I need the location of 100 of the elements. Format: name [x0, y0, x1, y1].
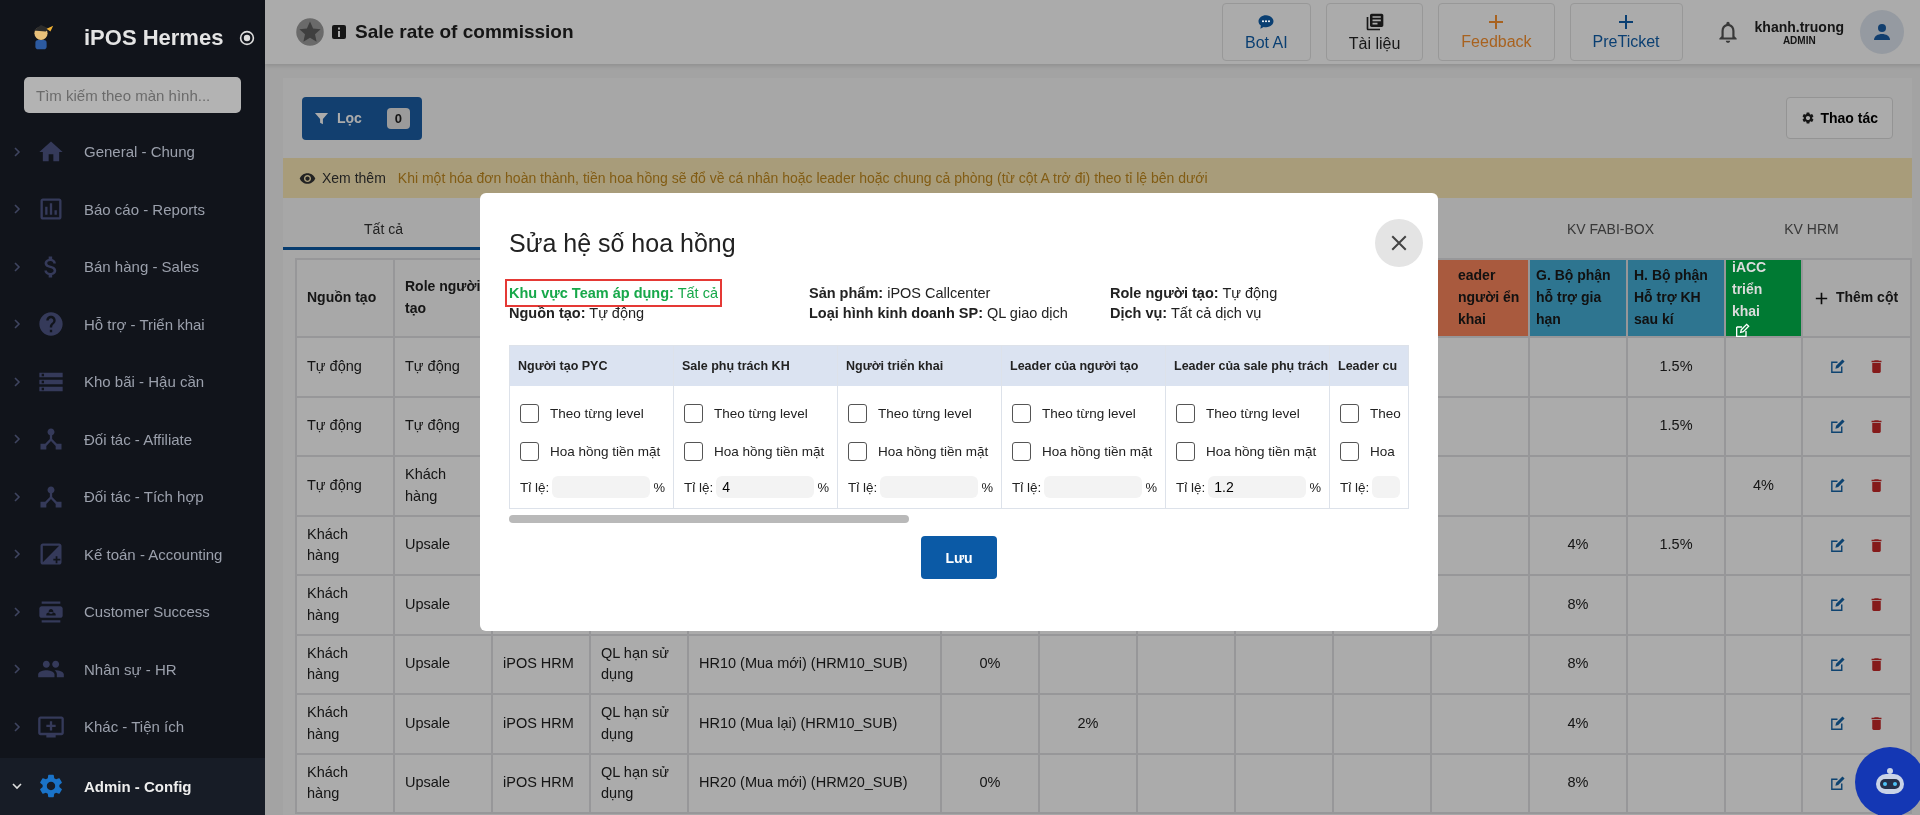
- checkbox-label: Theo từng level: [714, 405, 808, 421]
- table-cell: Upsale: [395, 754, 491, 812]
- header-button[interactable]: Tài liệu: [1325, 3, 1424, 61]
- plus-icon: [1814, 291, 1828, 305]
- table-cell: Khách hàng: [297, 516, 393, 574]
- info-field: Loại hình kinh doanh SP: QL giao dịch: [809, 303, 1068, 323]
- user-role: ADMIN: [1782, 34, 1816, 46]
- edit-icon[interactable]: [1828, 417, 1846, 435]
- column-header: Nguồn tạo: [297, 260, 393, 336]
- scrollbar[interactable]: [509, 515, 909, 523]
- table-cell: Khách hàng: [297, 695, 393, 753]
- info-field: Role người tạo: Tự động: [1110, 283, 1278, 303]
- column-header: G. Bộ phận hỗ trợ gia hạn: [1530, 260, 1626, 336]
- column-header: Leader cu: [1330, 346, 1408, 386]
- rate-label: Tỉ lệ:: [1340, 479, 1370, 495]
- table-cell: Upsale: [395, 635, 491, 693]
- sidebar-item[interactable]: Bán hàng - Sales: [0, 238, 265, 296]
- edit-icon[interactable]: [1828, 477, 1846, 495]
- search-field[interactable]: Tìm kiếm theo màn hình...: [24, 77, 241, 113]
- column-header: H. Bộ phận Hỗ trợ KH sau kí: [1628, 260, 1724, 336]
- page-title: Sale rate of commission: [355, 21, 574, 43]
- table-cell: HR20 (Mua mới) (HRM20_SUB): [689, 754, 940, 812]
- checkbox[interactable]: [1176, 441, 1195, 461]
- checkbox-label: Hoa hồng tiền mặt: [1206, 443, 1317, 459]
- checkbox[interactable]: [1012, 403, 1031, 423]
- tab[interactable]: KV FABI-BOX: [1510, 210, 1711, 250]
- checkbox[interactable]: [848, 403, 867, 423]
- checkbox[interactable]: [1012, 441, 1031, 461]
- sidebar-item[interactable]: Đối tác - Tích hợp: [0, 468, 265, 526]
- edit-icon[interactable]: [1828, 358, 1846, 376]
- column-header[interactable]: Thêm cột: [1803, 260, 1910, 336]
- header-button[interactable]: Bot AI: [1222, 3, 1311, 61]
- checkbox-label: Theo: [1370, 405, 1401, 421]
- column-header: Leader của người tạo: [1002, 346, 1165, 386]
- brand-name: iPOS Hermes: [84, 25, 224, 51]
- edit-icon[interactable]: [1828, 715, 1846, 733]
- actions-button[interactable]: Thao tác: [1786, 97, 1893, 139]
- percent-unit: %: [817, 479, 829, 495]
- checkbox[interactable]: [520, 403, 539, 423]
- avatar[interactable]: [1860, 10, 1904, 54]
- rate-input[interactable]: 4: [716, 476, 815, 498]
- table-cell: iPOS HRM: [493, 695, 589, 753]
- checkbox[interactable]: [848, 441, 867, 461]
- table-cell: HR10 (Mua lại) (HRM10_SUB): [689, 695, 940, 753]
- column-header: Sale phụ trách KH: [674, 346, 837, 386]
- sidebar-item[interactable]: Customer Success: [0, 583, 265, 641]
- table-cell: Upsale: [395, 695, 491, 753]
- table-cell: 1.5%: [1628, 397, 1724, 455]
- filter-icon: [314, 110, 329, 126]
- sidebar-item[interactable]: General - Chung: [0, 123, 265, 181]
- sidebar-item[interactable]: Kế toán - Accounting: [0, 525, 265, 583]
- table-cell: QL hạn sử dụng: [591, 635, 687, 693]
- header-button[interactable]: PreTicket: [1569, 3, 1683, 61]
- edit-icon[interactable]: [1828, 536, 1846, 554]
- sidebar-item[interactable]: Báo cáo - Reports: [0, 180, 265, 238]
- rate-input[interactable]: 1.2: [1208, 476, 1307, 498]
- tab[interactable]: KV HRM: [1711, 210, 1912, 250]
- column-header: iACC triển khai: [1726, 260, 1801, 336]
- table-cell: 8%: [1530, 754, 1626, 812]
- sidebar-item[interactable]: Admin - Config: [0, 757, 265, 815]
- rate-label: Tỉ lệ:: [684, 479, 714, 495]
- see-more-link[interactable]: Xem thêm: [322, 170, 386, 186]
- save-button[interactable]: Lưu: [921, 536, 997, 579]
- filter-button[interactable]: Lọc 0: [302, 96, 422, 140]
- percent-unit: %: [653, 479, 665, 495]
- rate-label: Tỉ lệ:: [520, 479, 550, 495]
- checkbox[interactable]: [684, 441, 703, 461]
- table-cell: 1.5%: [1628, 338, 1724, 396]
- plus-icon: [1488, 13, 1505, 30]
- sidebar-item[interactable]: Kho bãi - Hậu cần: [0, 353, 265, 411]
- table-cell: HR10 (Mua mới) (HRM10_SUB): [689, 635, 940, 693]
- table-cell: Tự động: [297, 338, 393, 396]
- sidebar-item[interactable]: Nhân sự - HR: [0, 640, 265, 698]
- sidebar-item[interactable]: Hỗ trợ - Triển khai: [0, 295, 265, 353]
- checkbox[interactable]: [1176, 403, 1195, 423]
- table-cell: iPOS HRM: [493, 754, 589, 812]
- table-cell: Khách hàng: [297, 576, 393, 634]
- checkbox[interactable]: [520, 441, 539, 461]
- sidebar-item[interactable]: Đối tác - Affiliate: [0, 410, 265, 468]
- rate-label: Tỉ lệ:: [848, 479, 878, 495]
- count-badge: 0: [386, 107, 410, 129]
- table-cell: Khách hàng: [297, 754, 393, 812]
- table-cell: Tự động: [297, 397, 393, 455]
- radio-dot-icon[interactable]: [239, 30, 256, 46]
- table-cell: 8%: [1530, 576, 1626, 634]
- edit-icon[interactable]: [1828, 655, 1846, 673]
- checkbox[interactable]: [684, 403, 703, 423]
- table-cell: 0%: [942, 635, 1038, 693]
- checkbox[interactable]: [1340, 441, 1359, 461]
- edit-icon[interactable]: [1828, 596, 1846, 614]
- edit-icon[interactable]: [1734, 322, 1750, 339]
- edit-icon[interactable]: [1828, 774, 1846, 792]
- close-button[interactable]: [1375, 219, 1423, 267]
- book-icon: [1364, 11, 1385, 32]
- column-header: Người tạo PYC: [510, 346, 673, 386]
- sidebar-item[interactable]: Khác - Tiện ích: [0, 698, 265, 756]
- info-icon: [331, 24, 347, 40]
- checkbox-label: Hoa hồng tiền mặt: [1042, 443, 1153, 459]
- table-cell: 1.5%: [1628, 516, 1724, 574]
- checkbox[interactable]: [1340, 403, 1359, 423]
